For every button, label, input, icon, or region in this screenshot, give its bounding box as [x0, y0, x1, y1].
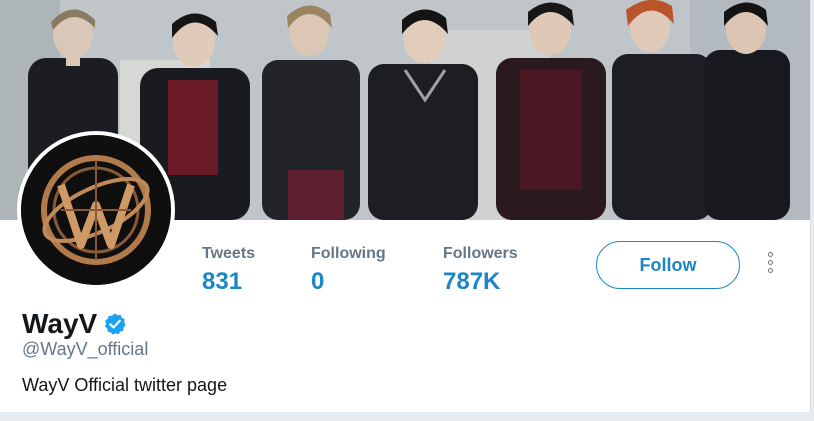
profile-avatar[interactable] [17, 131, 175, 289]
verified-badge-icon [105, 313, 126, 335]
wayv-logo-icon [21, 135, 171, 285]
profile-bio: WayV Official twitter page [22, 375, 228, 395]
stat-followers-label: Followers [443, 245, 518, 262]
stat-following-value: 0 [311, 268, 325, 295]
stat-following[interactable]: Following 0 [311, 243, 386, 297]
stat-tweets[interactable]: Tweets 831 [202, 243, 255, 297]
display-name[interactable]: WayV [22, 306, 97, 342]
stat-followers-value: 787K [443, 268, 501, 295]
stat-followers[interactable]: Followers 787K [443, 243, 518, 297]
stat-tweets-label: Tweets [202, 245, 256, 262]
profile-handle[interactable]: @WayV_official [22, 338, 148, 360]
more-vertical-icon[interactable] [760, 252, 780, 280]
stat-tweets-value: 831 [202, 268, 243, 295]
stat-following-label: Following [311, 245, 386, 262]
name-row: WayV [22, 306, 127, 342]
follow-button[interactable]: Follow [596, 241, 740, 289]
profile-card: Tweets 831 Following 0 Followers 787K Fo… [0, 0, 811, 412]
avatar-logo-image [21, 135, 171, 285]
